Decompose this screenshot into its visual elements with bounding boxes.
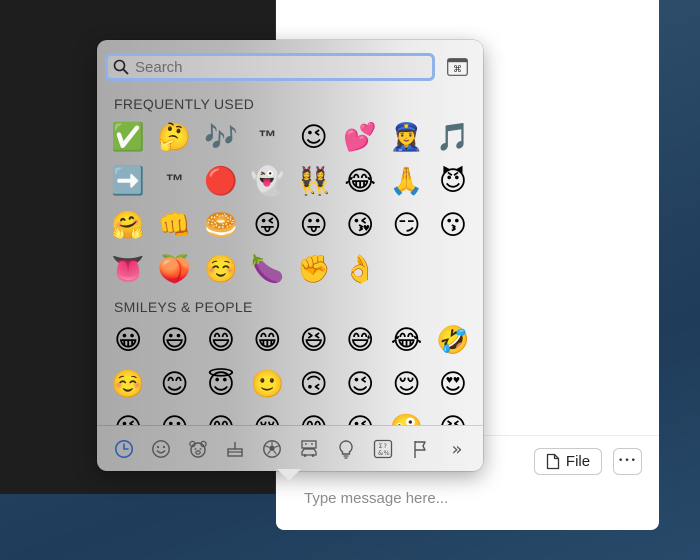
frequent-emoji[interactable]: 😉 xyxy=(291,115,337,159)
frequent-emoji[interactable]: 👊 xyxy=(151,203,197,247)
smileys-emoji[interactable]: 😊 xyxy=(151,362,197,406)
frequent-emoji[interactable]: 😘 xyxy=(337,203,383,247)
double-chevron-icon: » xyxy=(451,438,463,460)
cake-icon xyxy=(227,441,243,457)
smileys-emoji[interactable]: 😀 xyxy=(105,318,151,362)
smileys-emoji[interactable]: 😉 xyxy=(337,362,383,406)
tab-symbols[interactable]: Σ? &% xyxy=(372,438,394,460)
tab-activity[interactable] xyxy=(261,438,283,460)
car-building-icon xyxy=(301,440,317,457)
smileys-emoji[interactable]: 😁 xyxy=(244,318,290,362)
frequent-emoji[interactable]: ☺️ xyxy=(198,247,244,291)
smileys-emoji[interactable]: 😇 xyxy=(198,362,244,406)
tab-flags[interactable] xyxy=(409,438,431,460)
smileys-emoji[interactable]: 😙 xyxy=(198,406,244,426)
frequent-emoji[interactable]: 💕 xyxy=(337,115,383,159)
message-input[interactable] xyxy=(302,486,636,510)
smileys-emoji[interactable]: 🤣 xyxy=(430,318,476,362)
smileys-emoji[interactable]: 😗 xyxy=(151,406,197,426)
category-tab-bar: Σ? &% » xyxy=(97,425,483,472)
frequent-emoji[interactable]: 😛 xyxy=(291,203,337,247)
smileys-emoji[interactable]: 😅 xyxy=(337,318,383,362)
section-header-smileys: SMILEYS & PEOPLE xyxy=(114,299,253,315)
smileys-emoji[interactable]: 😄 xyxy=(198,318,244,362)
smileys-emoji-grid: 😀😃😄😁😆😅😂🤣 ☺️😊😇🙂🙃😉😌😍 😘😗😙😚😋😜🤪😝 xyxy=(105,318,476,426)
smileys-emoji[interactable]: 🙃 xyxy=(291,362,337,406)
frequent-emoji[interactable]: 🎵 xyxy=(430,115,476,159)
frequent-emoji[interactable]: 🔴 xyxy=(198,159,244,203)
search-icon xyxy=(113,59,129,75)
emoji-scroll-area[interactable]: FREQUENTLY USED ✅ 🤔 🎶 ™ 😉 💕 👮‍♀️ 🎵 ➡️ ™ 🔴 👻 👯‍♀️ 😂 🙏 😈 🤗… xyxy=(97,95,483,425)
frequent-emoji[interactable]: ™ xyxy=(151,159,197,203)
smileys-emoji[interactable]: 🙂 xyxy=(244,362,290,406)
frequent-emoji[interactable]: ✊ xyxy=(291,247,337,291)
frequent-emoji[interactable]: 🍆 xyxy=(244,247,290,291)
frequent-emoji[interactable]: 🥯 xyxy=(198,203,244,247)
emoji-picker: ⌘ FREQUENTLY USED ✅🤔🎶™😉💕👮‍♀️🎵➡️™🔴👻👯‍♀️😂🙏… xyxy=(97,40,483,481)
frequent-emoji[interactable]: 😈 xyxy=(430,159,476,203)
smileys-emoji[interactable]: ☺️ xyxy=(105,362,151,406)
frequent-emoji[interactable]: 👅 xyxy=(105,247,151,291)
smileys-emoji[interactable]: 😘 xyxy=(105,406,151,426)
tab-food[interactable] xyxy=(224,438,246,460)
svg-text:⌘: ⌘ xyxy=(453,65,462,75)
frequent-emoji[interactable]: 🙏 xyxy=(383,159,429,203)
smileys-emoji[interactable]: 😌 xyxy=(383,362,429,406)
symbols-icon: Σ ?&% xyxy=(373,439,393,459)
file-button-label: File xyxy=(565,453,591,470)
search-field[interactable] xyxy=(105,53,435,81)
search-input[interactable] xyxy=(133,57,432,77)
frequent-emoji[interactable]: 🎶 xyxy=(198,115,244,159)
smileys-emoji[interactable]: 😍 xyxy=(430,362,476,406)
tab-travel[interactable] xyxy=(298,438,320,460)
flag-icon xyxy=(414,441,426,458)
document-icon xyxy=(546,453,560,470)
frequent-emoji[interactable]: 😏 xyxy=(383,203,429,247)
frequent-emoji[interactable]: ™ xyxy=(244,115,290,159)
tab-smileys[interactable] xyxy=(150,438,172,460)
frequent-emoji[interactable]: 👮‍♀️ xyxy=(383,115,429,159)
smiley-icon xyxy=(152,440,170,458)
smileys-emoji[interactable]: 😋 xyxy=(291,406,337,426)
more-options-button[interactable]: ••• xyxy=(613,448,642,475)
attach-file-button[interactable]: File xyxy=(534,448,602,475)
smileys-emoji[interactable]: 😂 xyxy=(383,318,429,362)
frequent-emoji[interactable]: 😜 xyxy=(244,203,290,247)
frequent-emoji[interactable]: 👯‍♀️ xyxy=(291,159,337,203)
frequent-emoji[interactable]: ➡️ xyxy=(105,159,151,203)
smileys-emoji[interactable]: 😚 xyxy=(244,406,290,426)
character-viewer-icon[interactable]: ⌘ xyxy=(447,58,468,76)
smileys-emoji[interactable]: 🤪 xyxy=(383,406,429,426)
clock-icon xyxy=(115,440,133,458)
tab-objects[interactable] xyxy=(335,438,357,460)
tab-more[interactable]: » xyxy=(446,438,468,460)
tab-recent[interactable] xyxy=(113,438,135,460)
smileys-emoji[interactable]: 😆 xyxy=(291,318,337,362)
svg-text:%: % xyxy=(384,449,390,457)
frequent-emoji[interactable]: 🤗 xyxy=(105,203,151,247)
lightbulb-icon xyxy=(339,440,353,459)
frequent-emoji[interactable]: 😗 xyxy=(430,203,476,247)
smileys-emoji[interactable]: 😝 xyxy=(430,406,476,426)
frequent-emoji-grid: ✅ 🤔 🎶 ™ 😉 💕 👮‍♀️ 🎵 ➡️ ™ 🔴 👻 👯‍♀️ 😂 🙏 😈 🤗 👊 🥯 😜 😛 😘 😏 😗 👅 🍑 ☺️ 🍆 ✊ 👌 xyxy=(105,115,476,291)
frequent-emoji[interactable]: 👻 xyxy=(244,159,290,203)
frequent-emoji[interactable]: ✅ xyxy=(105,115,151,159)
bear-icon xyxy=(189,440,207,458)
soccer-ball-icon xyxy=(263,440,281,458)
svg-text:&: & xyxy=(378,449,383,457)
frequent-emoji[interactable]: 😂 xyxy=(337,159,383,203)
frequent-emoji[interactable]: 🤔 xyxy=(151,115,197,159)
ellipsis-icon: ••• xyxy=(618,456,637,466)
frequent-emoji[interactable]: 🍑 xyxy=(151,247,197,291)
smileys-emoji[interactable]: 😜 xyxy=(337,406,383,426)
frequent-emoji[interactable]: 👌 xyxy=(337,247,383,291)
tab-animals[interactable] xyxy=(187,438,209,460)
smileys-emoji[interactable]: 😃 xyxy=(151,318,197,362)
section-header-frequent: FREQUENTLY USED xyxy=(114,96,255,112)
